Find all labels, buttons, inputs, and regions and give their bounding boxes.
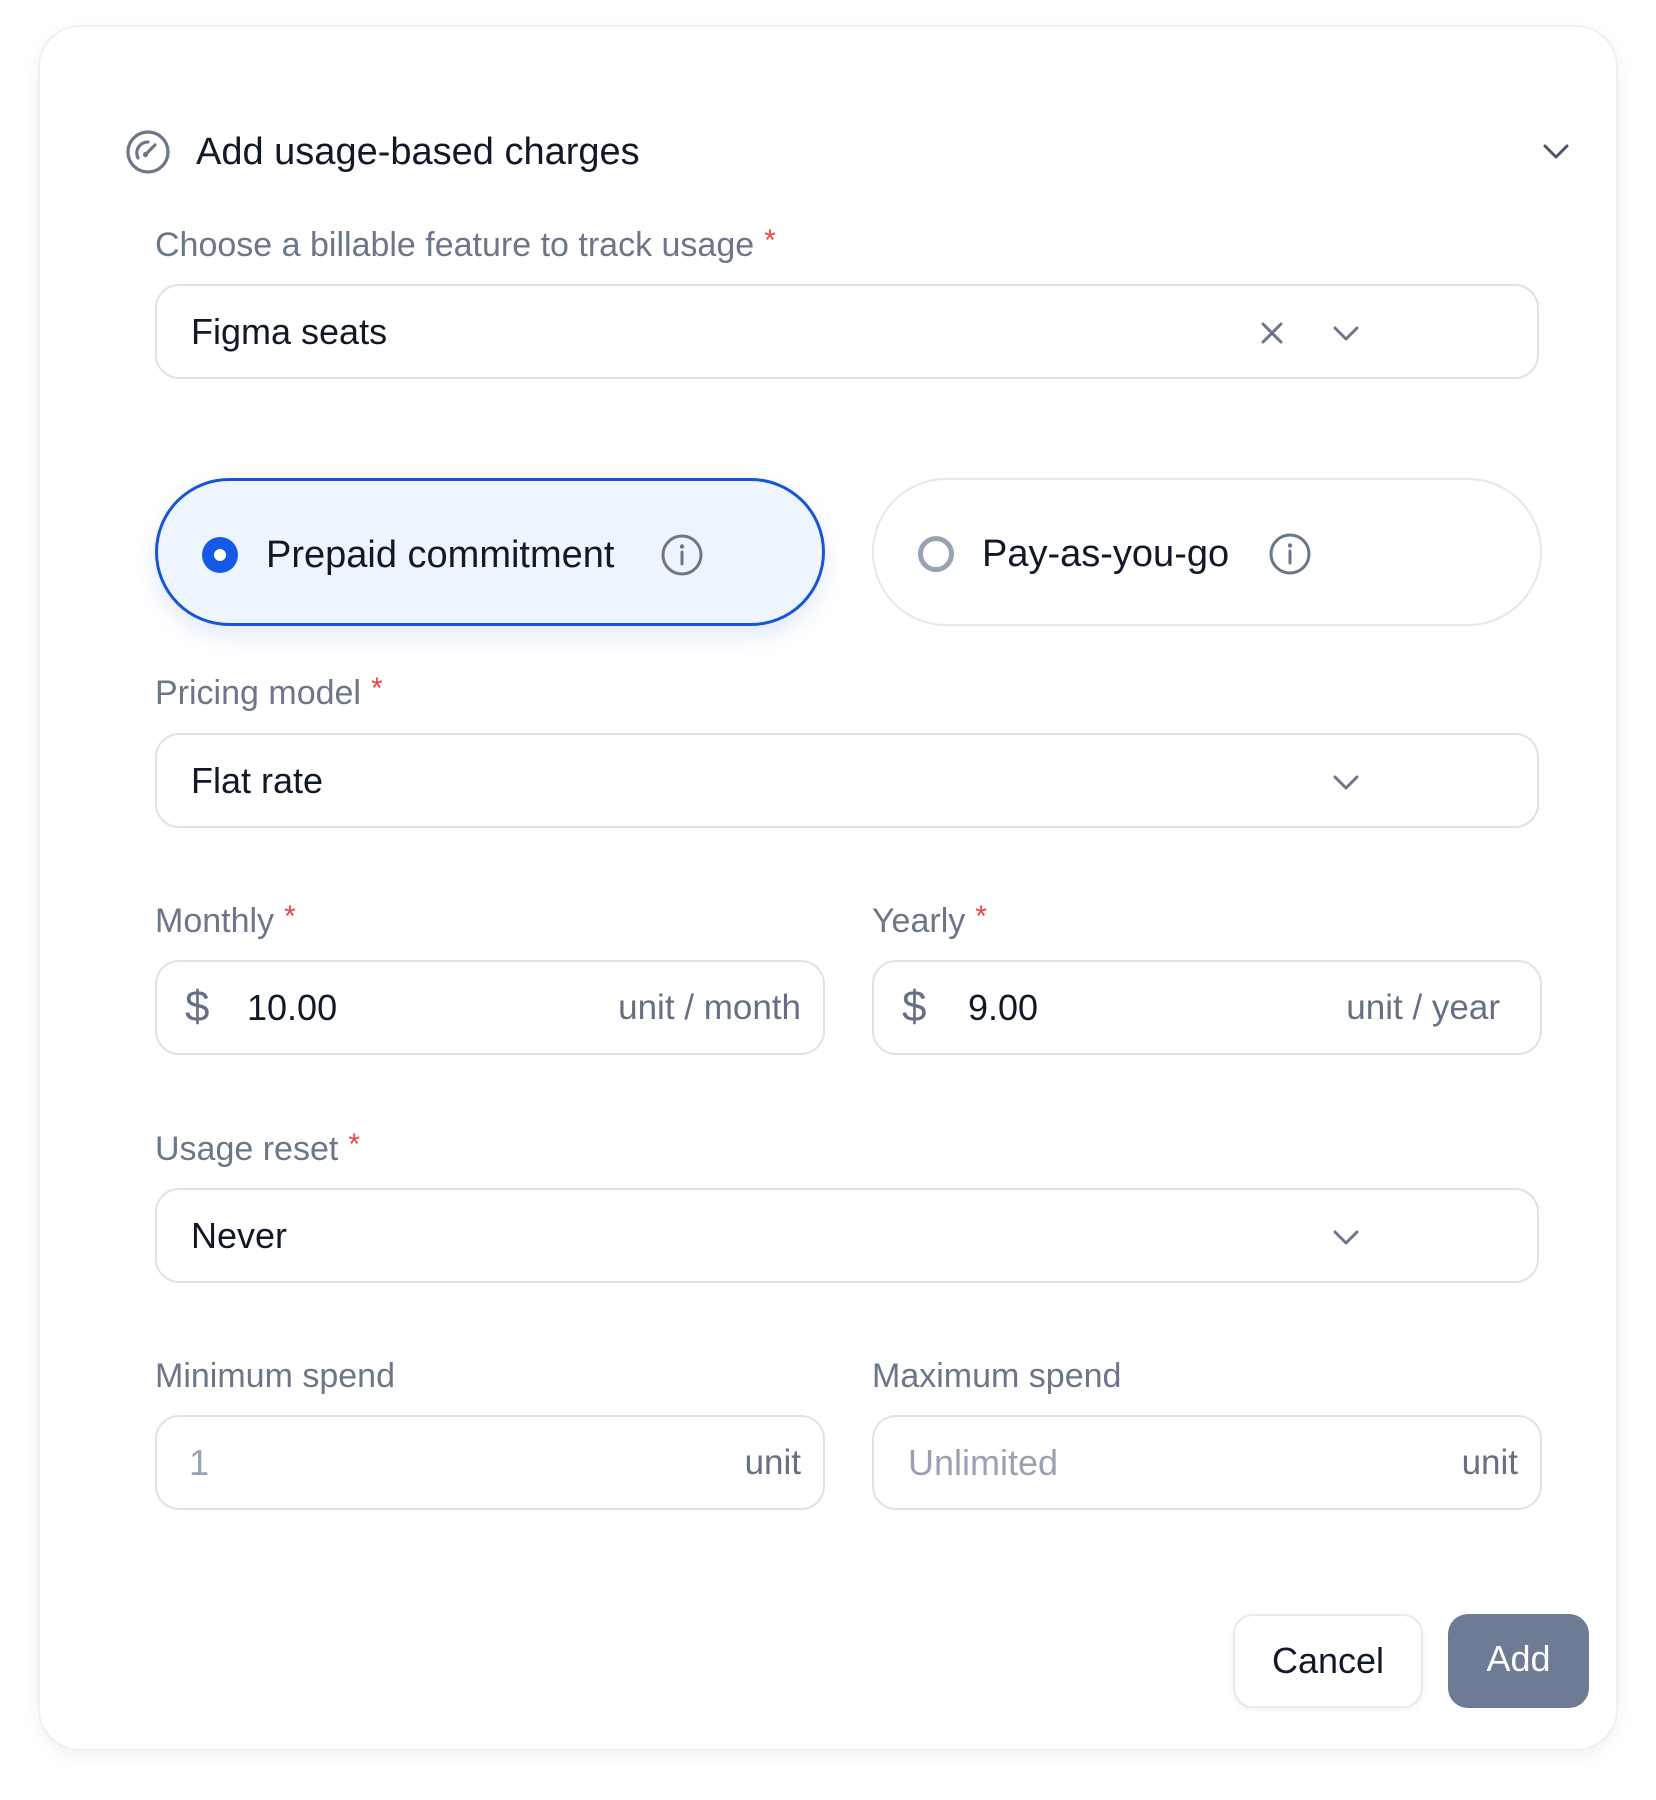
card-header[interactable]: Add usage-based charges xyxy=(78,82,1569,182)
yearly-unit: unit / year xyxy=(1346,988,1500,1027)
monthly-label: Monthly * xyxy=(155,899,296,945)
monthly-label-text: Monthly xyxy=(155,902,275,940)
chevron-down-icon[interactable] xyxy=(1329,1220,1363,1254)
monthly-unit: unit / month xyxy=(618,988,801,1027)
monthly-price-value: 10.00 xyxy=(247,987,338,1028)
pricing-model-label-text: Pricing model xyxy=(155,674,361,712)
required-asterisk: * xyxy=(975,900,987,933)
yearly-label: Yearly * xyxy=(872,899,987,945)
feature-label-text: Choose a billable feature to track usage xyxy=(155,226,755,264)
required-asterisk: * xyxy=(284,900,296,933)
required-asterisk: * xyxy=(764,224,776,257)
dollar-icon: $ xyxy=(902,982,927,1031)
info-icon[interactable] xyxy=(1268,532,1312,576)
usage-charges-card: Add usage-based charges Choose a billabl… xyxy=(38,25,1618,1751)
monthly-price-input[interactable]: $ 10.00 unit / month xyxy=(155,960,825,1055)
feature-select[interactable]: Figma seats xyxy=(155,284,1539,379)
radio-unselected[interactable] xyxy=(918,536,954,572)
chevron-down-icon[interactable] xyxy=(1329,316,1363,350)
maximum-spend-unit: unit xyxy=(1461,1443,1518,1482)
yearly-label-text: Yearly xyxy=(872,902,966,940)
maximum-spend-label-text: Maximum spend xyxy=(872,1357,1122,1395)
option-prepaid-commitment[interactable]: Prepaid commitment xyxy=(155,478,825,626)
minimum-spend-input[interactable]: 1 unit xyxy=(155,1415,825,1510)
option-label: Pay-as-you-go xyxy=(982,533,1230,575)
usage-reset-select[interactable]: Never xyxy=(155,1188,1539,1283)
maximum-spend-label: Maximum spend xyxy=(872,1354,1121,1398)
chevron-down-icon[interactable] xyxy=(1329,765,1363,799)
page-title: Add usage-based charges xyxy=(196,131,640,173)
minimum-spend-placeholder: 1 xyxy=(189,1442,210,1483)
info-icon[interactable] xyxy=(660,533,704,577)
minimum-spend-label: Minimum spend xyxy=(155,1354,395,1398)
gauge-icon xyxy=(126,130,170,174)
minimum-spend-unit: unit xyxy=(744,1443,801,1482)
chevron-down-icon[interactable] xyxy=(1538,134,1574,170)
maximum-spend-input[interactable]: Unlimited unit xyxy=(872,1415,1542,1510)
usage-reset-value: Never xyxy=(191,1215,288,1256)
feature-select-value: Figma seats xyxy=(191,311,388,352)
maximum-spend-placeholder: Unlimited xyxy=(908,1442,1059,1483)
pricing-model-value: Flat rate xyxy=(191,760,324,801)
dollar-icon: $ xyxy=(185,982,210,1031)
yearly-price-value: 9.00 xyxy=(968,987,1039,1028)
radio-selected[interactable] xyxy=(202,537,238,573)
add-button[interactable]: Add xyxy=(1448,1614,1589,1708)
required-asterisk: * xyxy=(348,1128,361,1161)
required-asterisk: * xyxy=(370,672,383,705)
pricing-model-select[interactable]: Flat rate xyxy=(155,733,1539,828)
pricing-model-label: Pricing model * xyxy=(155,671,383,717)
feature-label: Choose a billable feature to track usage… xyxy=(155,223,776,269)
option-label: Prepaid commitment xyxy=(266,534,615,576)
usage-reset-label-text: Usage reset xyxy=(155,1130,339,1168)
usage-reset-label: Usage reset * xyxy=(155,1127,360,1173)
minimum-spend-label-text: Minimum spend xyxy=(155,1357,395,1395)
option-pay-as-you-go[interactable]: Pay-as-you-go xyxy=(872,478,1542,626)
cancel-button[interactable]: Cancel xyxy=(1233,1614,1423,1708)
close-icon[interactable] xyxy=(1255,316,1289,350)
yearly-price-input[interactable]: $ 9.00 unit / year xyxy=(872,960,1542,1055)
